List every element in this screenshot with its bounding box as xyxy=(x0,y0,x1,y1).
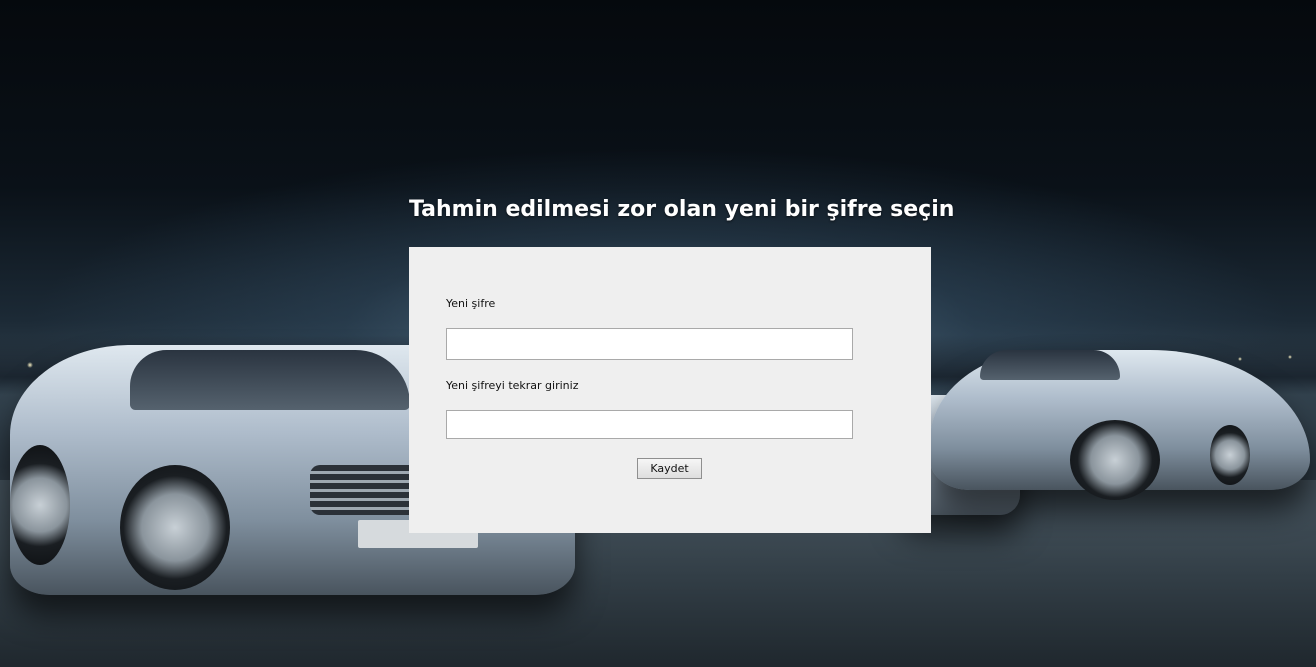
car-windshield xyxy=(980,350,1120,380)
new-password-label: Yeni şifre xyxy=(446,297,496,310)
save-button[interactable]: Kaydet xyxy=(637,458,702,479)
car-wheel xyxy=(1070,420,1160,500)
page-title: Tahmin edilmesi zor olan yeni bir şifre … xyxy=(409,197,955,222)
car-wheel xyxy=(10,445,70,565)
confirm-password-field[interactable] xyxy=(446,410,853,439)
car-wheel xyxy=(120,465,230,590)
confirm-password-label: Yeni şifreyi tekrar giriniz xyxy=(446,379,579,392)
car-wheel xyxy=(1210,425,1250,485)
car-windshield xyxy=(130,350,410,410)
password-form-panel: Yeni şifre Yeni şifreyi tekrar giriniz K… xyxy=(409,247,931,533)
new-password-field[interactable] xyxy=(446,328,853,360)
